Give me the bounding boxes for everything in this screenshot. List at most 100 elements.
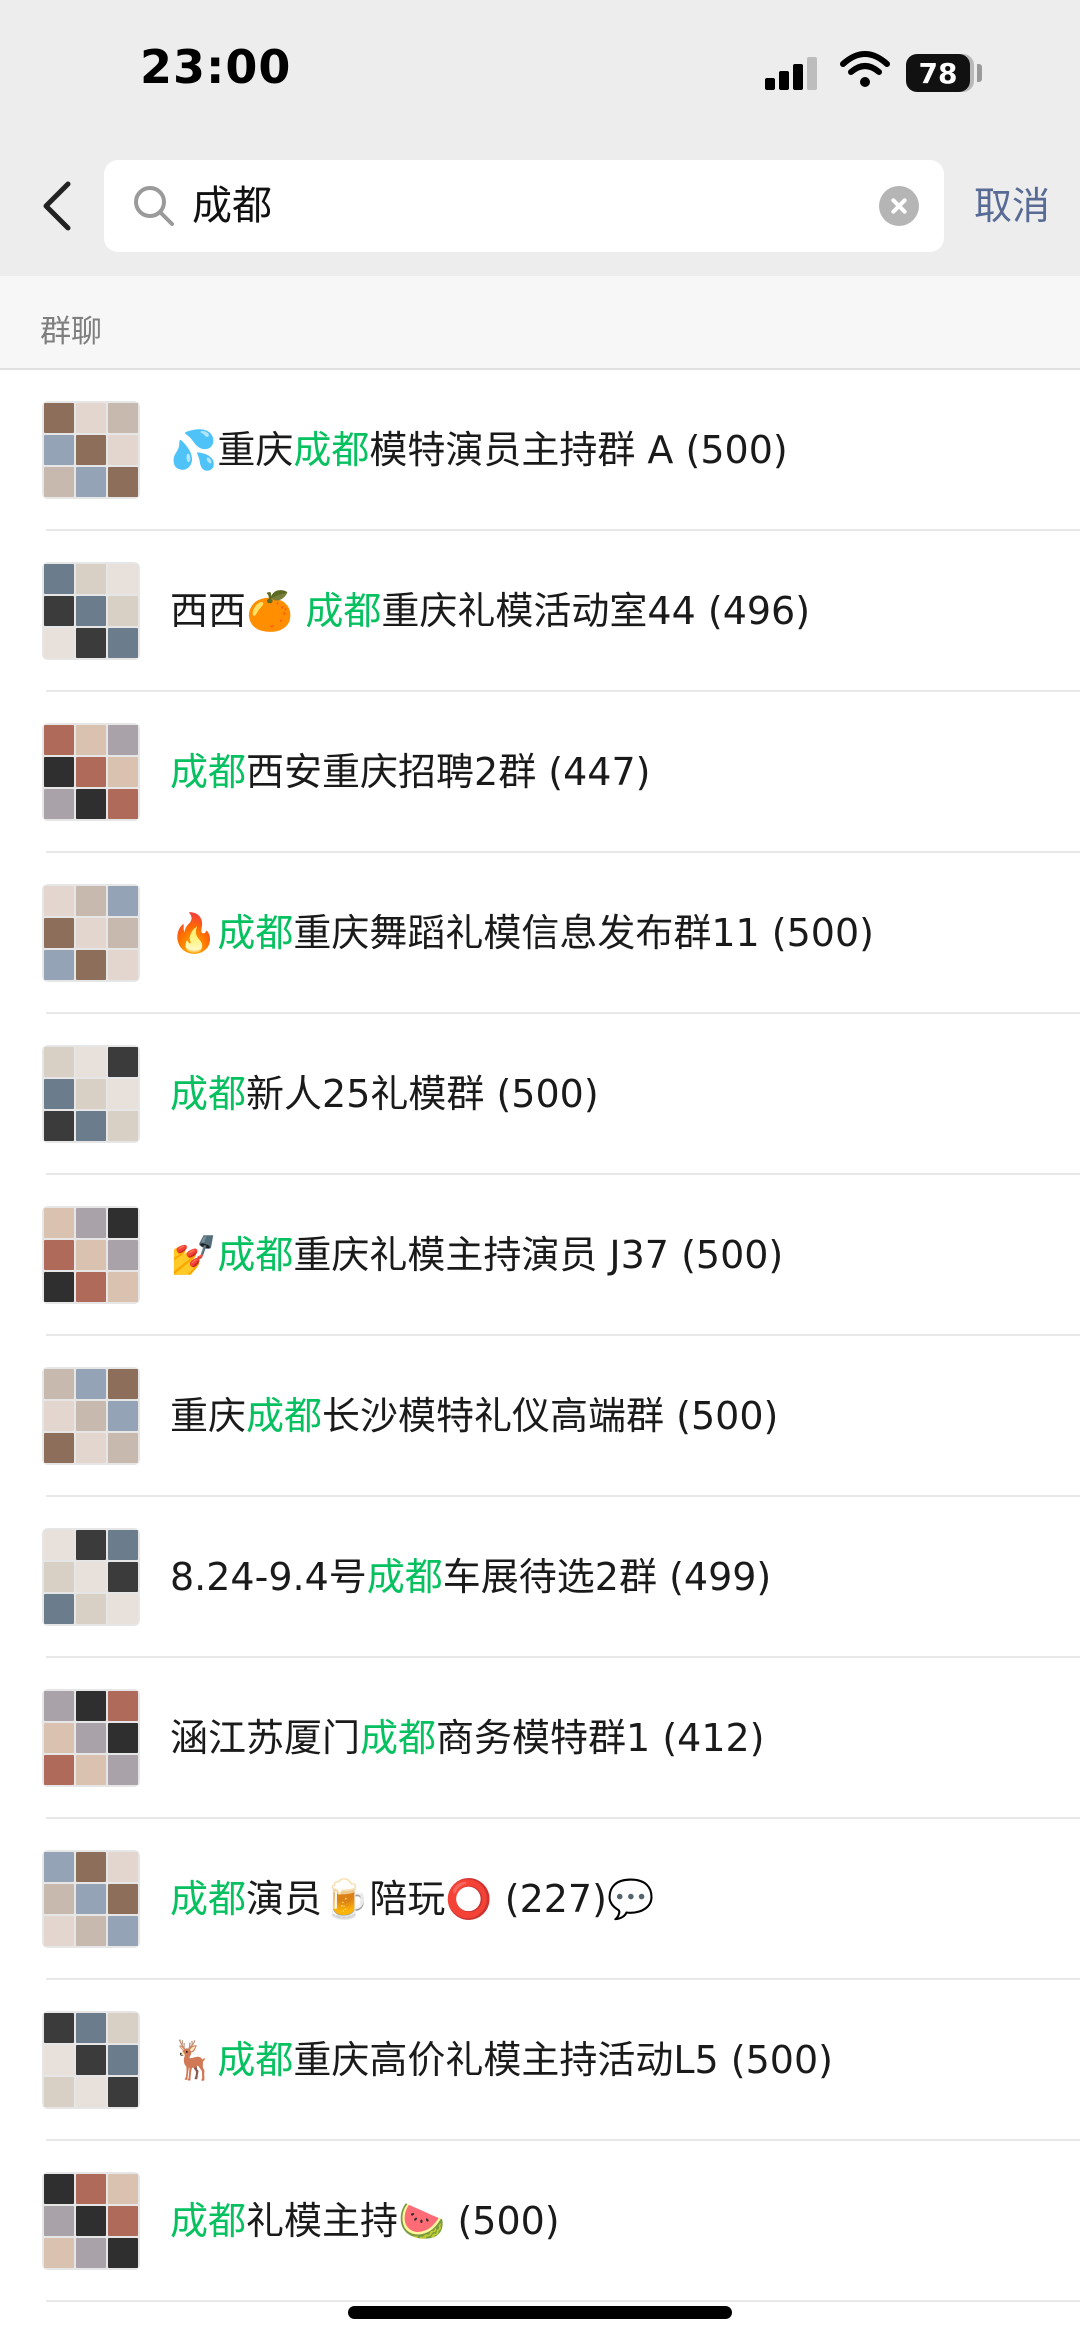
group-chat-row[interactable]: 成都演员🍺陪玩⭕ (227)💬 bbox=[0, 1819, 1080, 1980]
group-chat-row[interactable]: 西西🍊 成都重庆礼模活动室44 (496) bbox=[0, 531, 1080, 692]
member-photo bbox=[44, 757, 74, 787]
group-name-count: (500) bbox=[771, 911, 874, 955]
member-photo bbox=[108, 2045, 138, 2075]
group-avatar bbox=[42, 1045, 140, 1143]
group-name-count: (500) bbox=[676, 1394, 779, 1438]
member-photo bbox=[44, 564, 74, 594]
member-photo bbox=[44, 1594, 74, 1624]
member-photo bbox=[44, 725, 74, 755]
group-name-trail: 💬 bbox=[606, 1877, 655, 1921]
group-name: 🔥成都重庆舞蹈礼模信息发布群11 (500) bbox=[170, 853, 874, 1014]
home-indicator[interactable] bbox=[348, 2306, 732, 2319]
member-photo bbox=[108, 1047, 138, 1077]
group-chat-row[interactable]: 💅成都重庆礼模主持演员 J37 (500) bbox=[0, 1175, 1080, 1336]
member-photo bbox=[44, 2206, 74, 2236]
group-name: 💦重庆成都模特演员主持群 A (500) bbox=[170, 370, 788, 531]
member-photo bbox=[108, 1691, 138, 1721]
search-input[interactable] bbox=[192, 160, 832, 252]
group-name-prefix: 西西🍊 bbox=[170, 589, 306, 633]
group-name: 成都新人25礼模群 (500) bbox=[170, 1014, 599, 1175]
member-photo bbox=[108, 1111, 138, 1141]
member-photo bbox=[44, 1755, 74, 1785]
group-chat-row[interactable]: 🔥成都重庆舞蹈礼模信息发布群11 (500) bbox=[0, 853, 1080, 1014]
member-photo bbox=[44, 1852, 74, 1882]
group-name-highlight: 成都 bbox=[246, 1394, 323, 1438]
group-chat-row[interactable]: 💦重庆成都模特演员主持群 A (500) bbox=[0, 370, 1080, 531]
group-name-suffix: 礼模主持🍉 bbox=[246, 2199, 446, 2243]
group-name-suffix: 演员🍺陪玩⭕ bbox=[246, 1877, 493, 1921]
member-photo bbox=[76, 1594, 106, 1624]
member-photo bbox=[44, 1433, 74, 1463]
group-name-highlight: 成都 bbox=[217, 2038, 294, 2082]
group-name-highlight: 成都 bbox=[217, 911, 294, 955]
member-photo bbox=[108, 2174, 138, 2204]
cancel-button[interactable]: 取消 bbox=[974, 176, 1050, 236]
member-photo bbox=[108, 1884, 138, 1914]
group-name-highlight: 成都 bbox=[293, 428, 370, 472]
member-photo bbox=[108, 2206, 138, 2236]
group-chat-row[interactable]: 重庆成都长沙模特礼仪高端群 (500) bbox=[0, 1336, 1080, 1497]
group-name: 成都礼模主持🍉 (500) bbox=[170, 2141, 560, 2302]
member-photo bbox=[44, 886, 74, 916]
member-photo bbox=[108, 1208, 138, 1238]
search-icon bbox=[134, 186, 174, 226]
member-photo bbox=[108, 725, 138, 755]
group-name-prefix: 🦌 bbox=[170, 2038, 218, 2082]
member-photo bbox=[76, 950, 106, 980]
member-photo bbox=[76, 1047, 106, 1077]
member-photo bbox=[108, 1594, 138, 1624]
group-chat-row[interactable]: 涵江苏厦门成都商务模特群1 (412) bbox=[0, 1658, 1080, 1819]
group-chat-row[interactable]: 🦌成都重庆高价礼模主持活动L5 (500) bbox=[0, 1980, 1080, 2141]
member-photo bbox=[108, 564, 138, 594]
group-name-highlight: 成都 bbox=[305, 589, 382, 633]
member-photo bbox=[108, 1433, 138, 1463]
header-area: 23:00 78 取消 bbox=[0, 0, 1080, 276]
member-photo bbox=[44, 2077, 74, 2107]
group-name-suffix: 新人25礼模群 bbox=[246, 1072, 485, 1116]
member-photo bbox=[44, 435, 74, 465]
group-name-count: (496) bbox=[707, 589, 811, 633]
section-header-group-chats: 群聊 bbox=[0, 276, 1080, 370]
group-name-suffix: 重庆礼模主持演员 J37 bbox=[293, 1233, 669, 1277]
group-avatar bbox=[42, 2172, 140, 2270]
group-name-count: (499) bbox=[669, 1555, 772, 1599]
back-chevron-icon[interactable] bbox=[38, 180, 78, 232]
member-photo bbox=[44, 789, 74, 819]
group-chat-row[interactable]: 成都礼模主持🍉 (500) bbox=[0, 2141, 1080, 2302]
member-photo bbox=[44, 1530, 74, 1560]
group-name-count: (500) bbox=[681, 1233, 784, 1277]
member-photo bbox=[76, 1562, 106, 1592]
group-name-prefix: 💅 bbox=[170, 1233, 218, 1277]
member-photo bbox=[108, 2013, 138, 2043]
member-photo bbox=[76, 403, 106, 433]
group-chat-row[interactable]: 8.24-9.4号成都车展待选2群 (499) bbox=[0, 1497, 1080, 1658]
group-name-highlight: 成都 bbox=[170, 750, 247, 794]
group-name-highlight: 成都 bbox=[366, 1555, 443, 1599]
member-photo bbox=[44, 596, 74, 626]
group-chat-list: 💦重庆成都模特演员主持群 A (500) 西西🍊 成都重庆礼模活动室44 (496… bbox=[0, 370, 1080, 2302]
group-name-count: (500) bbox=[685, 428, 788, 472]
member-photo bbox=[76, 2077, 106, 2107]
member-photo bbox=[44, 1079, 74, 1109]
group-avatar bbox=[42, 1850, 140, 1948]
member-photo bbox=[76, 1691, 106, 1721]
member-photo bbox=[108, 2077, 138, 2107]
battery-icon: 78 bbox=[906, 54, 970, 92]
member-photo bbox=[108, 435, 138, 465]
member-photo bbox=[76, 725, 106, 755]
group-name: 8.24-9.4号成都车展待选2群 (499) bbox=[170, 1497, 771, 1658]
member-photo bbox=[76, 886, 106, 916]
member-photo bbox=[44, 2174, 74, 2204]
member-photo bbox=[108, 757, 138, 787]
search-box[interactable] bbox=[104, 160, 944, 252]
member-photo bbox=[76, 2174, 106, 2204]
group-chat-row[interactable]: 成都新人25礼模群 (500) bbox=[0, 1014, 1080, 1175]
group-name-count: (447) bbox=[548, 750, 651, 794]
member-photo bbox=[44, 1047, 74, 1077]
group-chat-row[interactable]: 成都西安重庆招聘2群 (447) bbox=[0, 692, 1080, 853]
member-photo bbox=[76, 1530, 106, 1560]
group-avatar bbox=[42, 723, 140, 821]
clear-search-icon[interactable] bbox=[879, 186, 919, 226]
group-name: 成都演员🍺陪玩⭕ (227)💬 bbox=[170, 1819, 654, 1980]
member-photo bbox=[44, 628, 74, 658]
